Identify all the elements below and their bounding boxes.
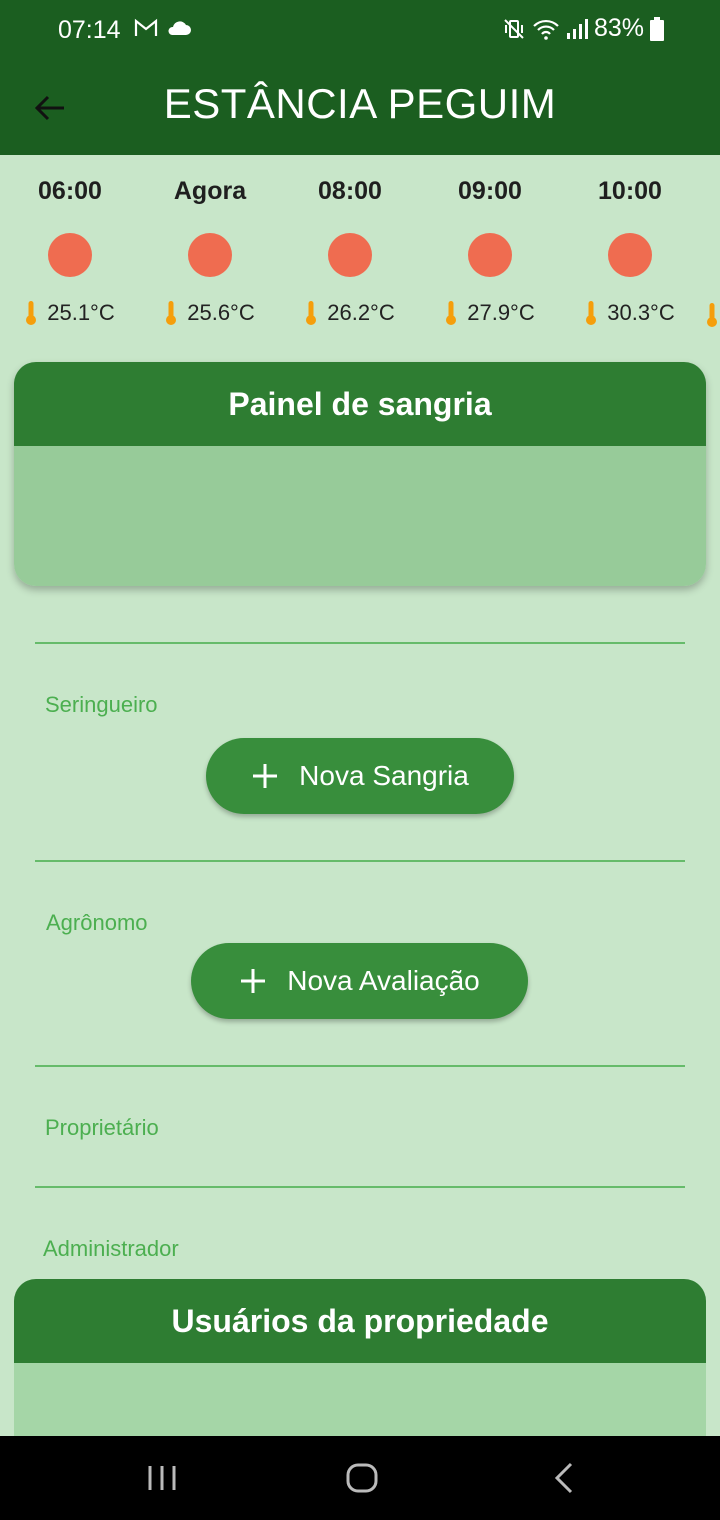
gmail-icon (134, 18, 158, 36)
bleeding-panel-body (14, 446, 706, 586)
sun-icon (48, 233, 92, 277)
property-users-title: Usuários da propriedade (14, 1279, 706, 1363)
forecast-item: Agora 25.6°C (140, 155, 280, 355)
forecast-item: 06:00 25.1°C (0, 155, 140, 355)
back-icon[interactable] (545, 1458, 585, 1498)
battery-percent: 83% (593, 14, 644, 42)
new-bleeding-button[interactable]: Nova Sangria (206, 738, 514, 814)
forecast-temp: 27.9°C (467, 300, 535, 325)
role-label-seringueiro: Seringueiro (45, 692, 158, 717)
thermometer-icon (446, 301, 457, 325)
thermometer-icon (166, 301, 177, 325)
home-icon[interactable] (342, 1458, 382, 1498)
wifi-icon (533, 19, 559, 40)
forecast-temp-row: 27.9°C (420, 300, 560, 326)
plus-icon (241, 969, 266, 993)
thermometer-icon (26, 301, 37, 325)
bleeding-panel-card: Painel de sangria (14, 362, 706, 586)
system-nav-bar (0, 1436, 720, 1520)
forecast-temp-row: 26.2°C (280, 300, 420, 326)
page-title: ESTÂNCIA PEGUIM (163, 80, 557, 127)
forecast-time: 09:00 (458, 177, 522, 205)
weather-forecast-strip[interactable]: 06:00 25.1°C Agora 25.6°C 08:00 26.2°C 09:00 27… (0, 155, 720, 355)
sun-icon (328, 233, 372, 277)
divider (35, 642, 685, 644)
role-label-proprietario: Proprietário (45, 1115, 159, 1140)
plus-icon (253, 764, 278, 788)
forecast-time: Agora (173, 177, 247, 205)
sun-icon (608, 233, 652, 277)
battery-icon (650, 16, 664, 41)
forecast-time: 06:00 (38, 177, 102, 205)
recent-apps-icon[interactable] (142, 1458, 182, 1498)
divider (35, 860, 685, 862)
forecast-temp: 26.2°C (327, 300, 395, 325)
new-evaluation-button[interactable]: Nova Avaliação (191, 943, 528, 1019)
app-header: 07:14 83% ESTÂNCIA PEGUIM (0, 0, 720, 155)
status-time: 07:14 (58, 16, 121, 44)
forecast-temp: 30.3°C (607, 300, 675, 325)
forecast-item: 08:00 26.2°C (280, 155, 420, 355)
forecast-item: 09:00 27.9°C (420, 155, 560, 355)
forecast-temp: 25.6°C (187, 300, 255, 325)
divider (35, 1065, 685, 1067)
vibrate-mute-icon (504, 18, 524, 39)
forecast-time: 10:00 (598, 177, 662, 205)
status-bar: 07:14 83% (0, 0, 720, 60)
new-evaluation-label: Nova Avaliação (287, 965, 480, 996)
forecast-item: 10:00 30.3°C (560, 155, 700, 355)
thermometer-icon (586, 301, 597, 325)
bleeding-panel-title: Painel de sangria (14, 362, 706, 446)
forecast-temp-row: 25.1°C (0, 300, 140, 326)
status-notifications (134, 18, 192, 38)
status-right: 83% (502, 14, 664, 43)
forecast-temp: 25.1°C (47, 300, 115, 325)
sun-icon (468, 233, 512, 277)
forecast-temp-row: 25.6°C (140, 300, 280, 326)
forecast-time: 08:00 (318, 177, 382, 205)
cloud-icon (168, 21, 191, 35)
sun-icon (188, 233, 232, 277)
role-label-administrador: Administrador (43, 1236, 179, 1261)
signal-icon (566, 18, 588, 39)
new-bleeding-label: Nova Sangria (299, 760, 469, 791)
role-label-agronomo: Agrônomo (46, 910, 148, 935)
thermometer-icon (706, 302, 718, 333)
thermometer-icon (306, 301, 317, 325)
forecast-temp-row: 30.3°C (560, 300, 700, 326)
divider (35, 1186, 685, 1188)
